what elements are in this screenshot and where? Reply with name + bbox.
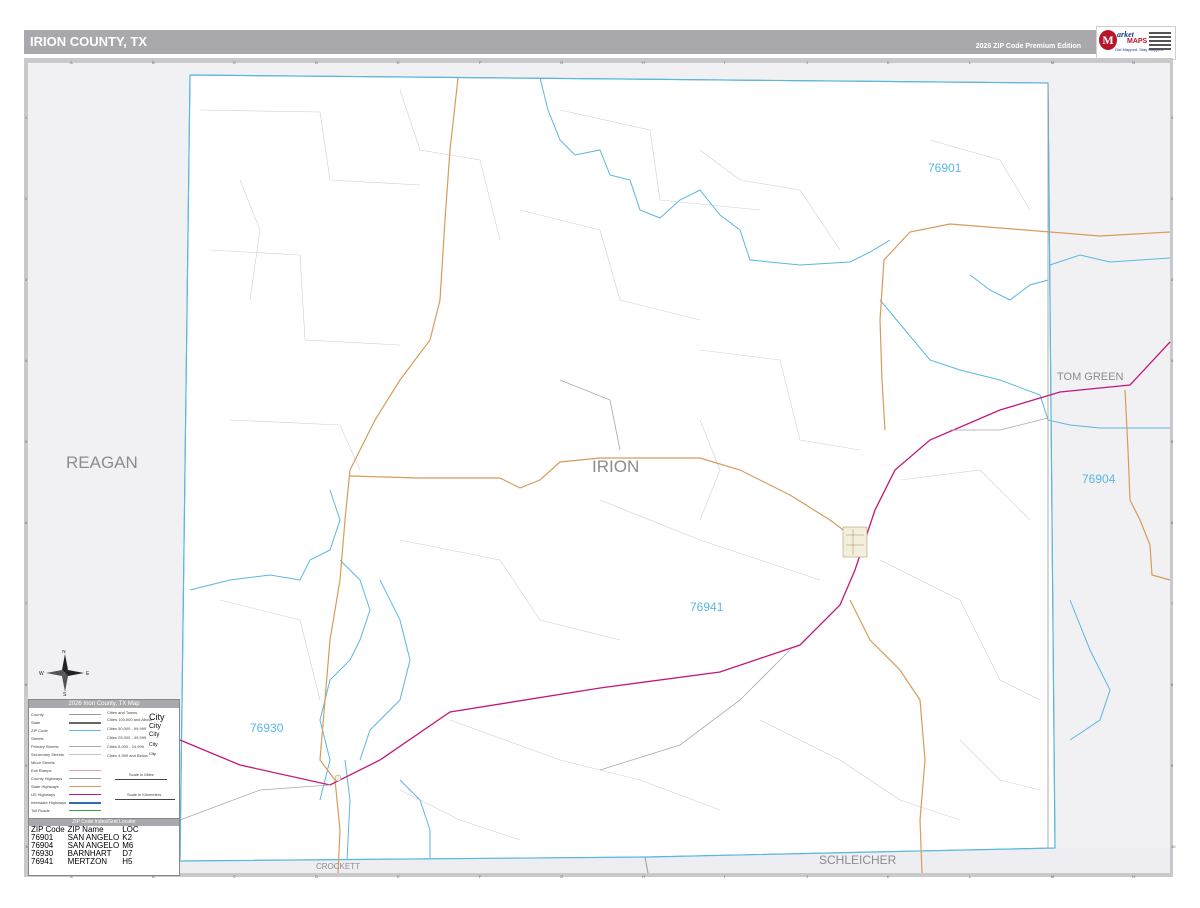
legend-scale-km-bar — [115, 799, 175, 800]
legend-scale-miles: Scale in Miles — [129, 772, 154, 777]
legend-city-tier-3: Cities 25,000 - 49,999 — [107, 735, 147, 740]
legend-ramps: Exit Ramps — [31, 768, 52, 773]
zip-boundary-east-top — [1049, 254, 1171, 266]
legend-scale-km: Scale in Kilometers — [127, 792, 162, 797]
legend-city-sample-5: City — [149, 751, 156, 756]
legend-zip-line — [69, 730, 101, 731]
zip-label-76930: 76930 — [250, 721, 284, 735]
legend-interstate-line — [69, 802, 101, 804]
zip-label-76904: 76904 — [1082, 472, 1116, 486]
legend-streets: Streets — [31, 736, 44, 741]
legend-city-tier-5: Cities 4,999 and Below — [107, 753, 148, 758]
legend-scale-miles-bar — [115, 779, 167, 780]
legend-state-hwy-line — [69, 786, 101, 787]
table-row: 76941 MERTZON H5 — [31, 858, 142, 866]
legend-state-hwy: State Highways — [31, 784, 59, 789]
county-map — [179, 74, 1171, 874]
legend-secondary: Secondary Streets — [31, 752, 64, 757]
zip-name-cell: MERTZON — [67, 857, 108, 866]
compass-s: S — [63, 692, 67, 696]
legend-toll-line — [69, 810, 101, 811]
compass-w: W — [39, 671, 44, 677]
legend-city-sample-4: City — [149, 742, 158, 748]
zip-code-index: ZIP Code Index/Grid Locator ZIP Code ZIP… — [28, 818, 180, 876]
legend-county-hwy-line — [69, 778, 101, 779]
zip-label-76941: 76941 — [690, 600, 724, 614]
legend-minor: Minor Streets — [31, 760, 55, 765]
zip-index-table: ZIP Code ZIP Name LOC 76901 SAN ANGELO K… — [31, 826, 142, 866]
legend-title: 2026 Irion County, TX Map — [29, 700, 179, 708]
legend-county: County — [31, 712, 44, 717]
legend-city-tier-2: Cities 50,000 - 99,999 — [107, 726, 147, 731]
legend-interstate: Interstate Highways — [31, 800, 67, 805]
county-label-east: TOM GREEN — [1057, 371, 1124, 383]
county-label-main: IRION — [592, 457, 640, 476]
legend-ramps-line — [69, 770, 101, 771]
legend-cities-title: Cities and Towns — [107, 710, 138, 715]
map-legend: 2026 Irion County, TX Map County State Z… — [28, 699, 180, 819]
compass-n: N — [62, 650, 66, 655]
state-hwy-east-edge — [1124, 389, 1171, 581]
legend-city-sample-3: City — [149, 732, 160, 738]
county-label-south-west: CROCKETT — [316, 862, 360, 871]
legend-zip: ZIP Code — [31, 728, 48, 733]
legend-us-hwy-line — [69, 794, 101, 795]
zip-label-76901: 76901 — [928, 161, 962, 175]
compass-rose-icon: N S E W — [39, 650, 90, 696]
legend-county-hwy: County Highways — [31, 776, 63, 781]
zip-boundary-76904-east — [1069, 599, 1111, 741]
legend-primary: Primary Streets — [31, 744, 59, 749]
legend-city-tier-4: Cities 5,000 - 24,999 — [107, 744, 144, 749]
legend-toll: Toll Roads — [31, 808, 50, 813]
legend-city-sample-2: City — [149, 723, 162, 730]
legend-state: State — [31, 720, 41, 725]
legend-secondary-line — [69, 754, 101, 755]
legend-us-hwy: US Highways — [31, 792, 56, 797]
zip-loc-cell: H5 — [122, 857, 133, 866]
legend-city-sample-1: City — [149, 712, 165, 722]
legend-state-line — [69, 722, 101, 724]
barnhart-town-icon — [334, 774, 342, 782]
county-label-south-east: SCHLEICHER — [819, 853, 897, 867]
legend-county-line — [69, 714, 101, 715]
county-label-west: REAGAN — [66, 453, 138, 472]
legend-city-tier-1: Cities 100,000 and Above — [107, 717, 153, 722]
mertzon-town-icon — [842, 526, 868, 558]
zip-cell: 76941 — [31, 857, 54, 866]
legend-primary-line — [69, 746, 101, 747]
compass-e: E — [86, 671, 90, 677]
